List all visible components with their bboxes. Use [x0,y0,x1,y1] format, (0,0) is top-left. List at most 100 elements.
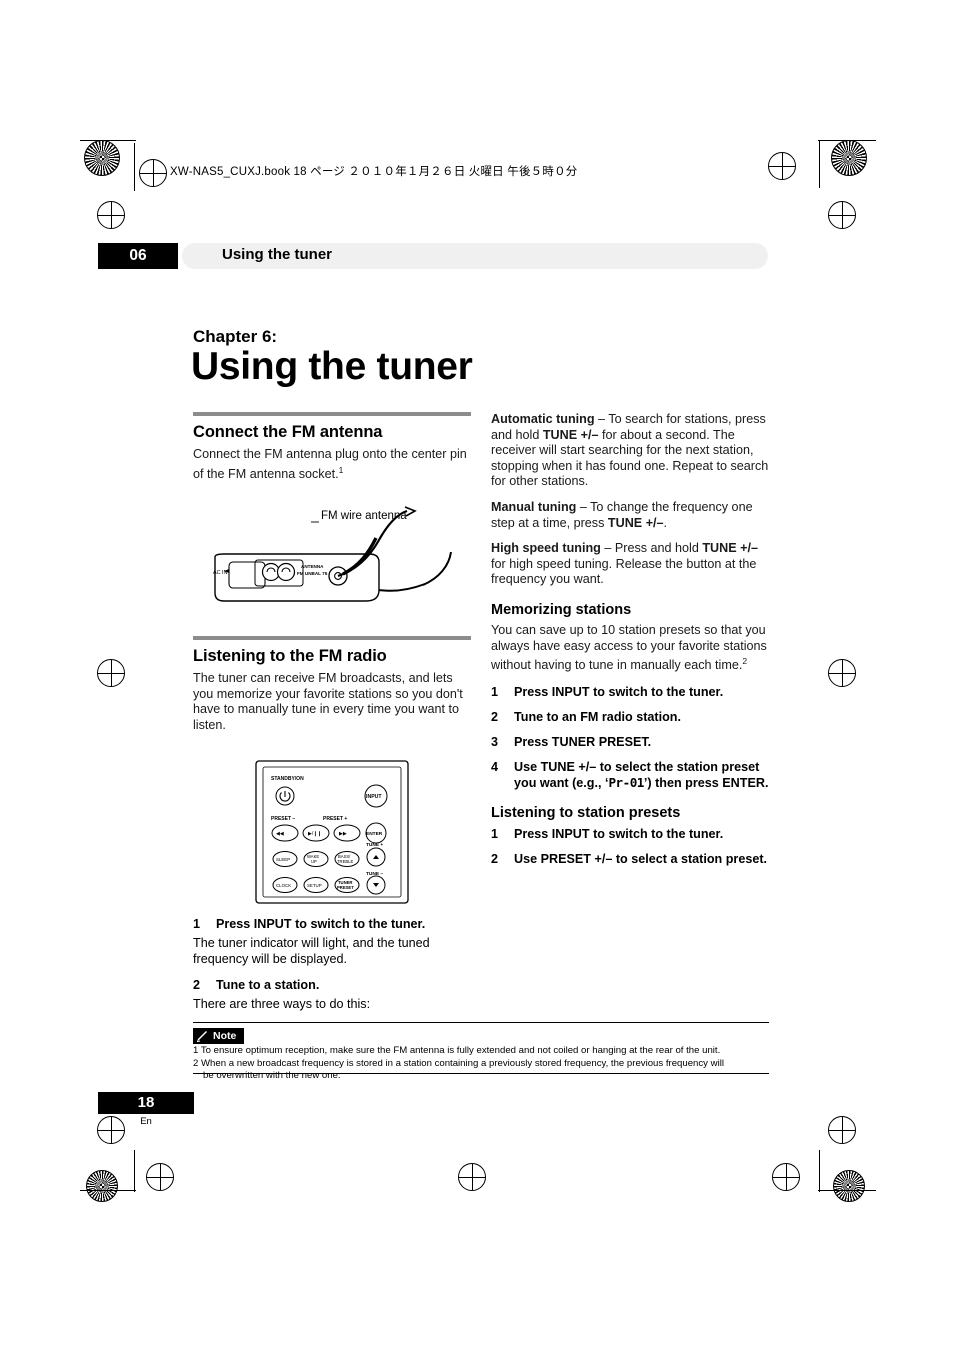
step-item: 2 Use PRESET +/– to select a station pre… [491,851,771,867]
crop-line-bottom-left-v [134,1150,135,1192]
paragraph-automatic-tuning: Automatic tuning – To search for station… [491,412,771,490]
registration-target-left-middle [97,659,125,687]
registration-target-right-middle [828,659,856,687]
step-item: 2 Tune to an FM radio station. [491,709,771,725]
crop-line-top-right-h [818,140,876,141]
svg-text:INPUT: INPUT [366,794,382,800]
svg-text:SLEEP: SLEEP [276,857,290,862]
step-number: 1 [193,917,201,931]
step-text: Press INPUT to switch to the tuner. [514,684,724,699]
memorizing-text: You can save up to 10 station presets so… [491,622,767,673]
footnote-ref-2: 2 [742,656,748,667]
key-tune-plus-minus: TUNE +/– [542,427,599,442]
chapter-label: Chapter 6: [193,327,278,346]
registration-sunburst-top-right [831,140,867,176]
step-number: 2 [491,709,499,724]
registration-sunburst-bottom-left [86,1170,118,1202]
svg-text:ANTENNA: ANTENNA [301,564,324,569]
crop-line-top-right-v [819,140,820,188]
svg-text:ENTER: ENTER [366,831,383,837]
page-language: En [140,1116,152,1127]
paragraph-manual-tuning: Manual tuning – To change the frequency … [491,500,771,531]
note-item-2-cont: be overwritten with the new one. [203,1070,341,1082]
chapter-number-badge: 06 [98,243,178,269]
svg-text:TUNE +: TUNE + [366,842,383,848]
crop-line-bottom-right-h [818,1190,876,1191]
registration-target-bottom-center [458,1163,486,1191]
figure-caption-fm-wire-antenna: FM wire antenna [321,510,407,522]
svg-text:▶▶: ▶▶ [339,831,347,837]
crop-line-top-left-h [80,140,136,141]
registration-target-top-right [768,152,796,180]
section-body-memorizing-stations: You can save up to 10 station presets so… [491,623,771,674]
step-number: 2 [491,851,499,866]
remote-control-diagram: STANDBY/ON INPUT PRESET – PRESET + ◀◀ ▶/… [255,760,409,904]
registration-sunburst-top-left [84,140,120,176]
book-file-header: XW-NAS5_CUXJ.book 18 ページ ２０１０年１月２６日 火曜日 … [170,166,578,178]
note-item-2: 2 When a new broadcast frequency is stor… [193,1057,724,1069]
left-column-part2: Listening to the FM radio The tuner can … [193,636,471,743]
section-rule [193,412,471,416]
svg-text:CLOCK: CLOCK [276,883,291,888]
svg-text:TREBLE: TREBLE [337,859,353,864]
pencil-icon [196,1031,207,1043]
svg-text:FM UNBAL 75 Ω: FM UNBAL 75 Ω [297,571,333,576]
step-number: 1 [491,826,499,841]
registration-sunburst-bottom-right [833,1170,865,1202]
svg-text:STANDBY/ON: STANDBY/ON [271,776,304,782]
step-text: Tune to an FM radio station. [514,709,681,724]
svg-text:PRESET –: PRESET – [271,816,295,822]
high-text-a: – Press and hold [600,541,703,556]
step-item: 2 Tune to a station. [193,977,471,993]
note-divider-top [193,1022,769,1023]
right-column: Automatic tuning – To search for station… [491,412,771,876]
footnote-ref-1: 1 [338,464,344,475]
section-heading-memorizing-stations: Memorizing stations [491,601,632,618]
svg-text:UP: UP [311,859,317,864]
note-item-1: 1 To ensure optimum reception, make sure… [193,1045,721,1056]
section-heading-listening-station-presets: Listening to station presets [491,804,681,821]
step-item: 1 Press INPUT to switch to the tuner. [491,684,771,700]
step-item: 1 Press INPUT to switch to the tuner. [491,826,771,842]
crop-line-top-left-v [134,143,135,191]
figure-remote-control: STANDBY/ON INPUT PRESET – PRESET + ◀◀ ▶/… [253,758,411,906]
section-heading-connect-antenna: Connect the FM antenna [193,423,383,441]
step-number: 1 [491,684,499,699]
step-item: 3 Press TUNER PRESET. [491,734,771,750]
svg-text:◀◀: ◀◀ [276,831,284,837]
key-tune-plus-minus: TUNE +/– [607,515,664,530]
key-tune-plus-minus: TUNE +/– [702,541,758,556]
registration-target-bottom-right [772,1163,800,1191]
connect-antenna-text: Connect the FM antenna plug onto the cen… [193,447,467,481]
term-automatic-tuning: Automatic tuning [491,412,595,426]
step-description: The tuner indicator will light, and the … [193,936,430,966]
step-number: 4 [491,759,499,774]
svg-text:▶/❙❙: ▶/❙❙ [308,831,322,837]
document-page: XW-NAS5_CUXJ.book 18 ページ ２０１０年１月２６日 火曜日 … [0,0,954,1350]
step-number: 2 [193,978,201,993]
term-manual-tuning: Manual tuning [491,499,577,514]
left-column-steps: 1 Press INPUT to switch to the tuner. Th… [193,916,471,1023]
registration-target-left-upper [97,201,125,229]
section-body-listening-fm-radio: The tuner can receive FM broadcasts, and… [193,671,463,732]
step-number: 3 [491,734,499,749]
high-text-b: for high speed tuning. Release the butto… [491,556,757,587]
display-readout-preset: Pr-01 [608,774,644,790]
page-number-badge: 18 [98,1092,194,1114]
crop-line-bottom-left-h [80,1190,136,1191]
running-head-title: Using the tuner [222,246,333,263]
svg-text:PRESET: PRESET [337,885,354,890]
left-column: Connect the FM antenna Connect the FM an… [193,412,471,492]
section-rule-2 [193,636,471,640]
svg-text:SETUP: SETUP [307,883,322,888]
note-list: 1 To ensure optimum reception, make sure… [193,1045,771,1083]
step-item: 4 Use TUNE +/– to select the station pre… [491,759,771,791]
step-text: Press INPUT to switch to the tuner. [216,917,426,931]
paragraph-high-speed-tuning: High speed tuning – Press and hold TUNE … [491,541,771,588]
registration-target-right-upper [828,201,856,229]
step-text-b: ’) then press ENTER. [643,775,769,790]
page-title: Using the tuner [191,345,473,388]
step-description: There are three ways to do this: [193,997,371,1012]
registration-target-top-left [139,159,167,187]
registration-target-bottom-left [146,1163,174,1191]
